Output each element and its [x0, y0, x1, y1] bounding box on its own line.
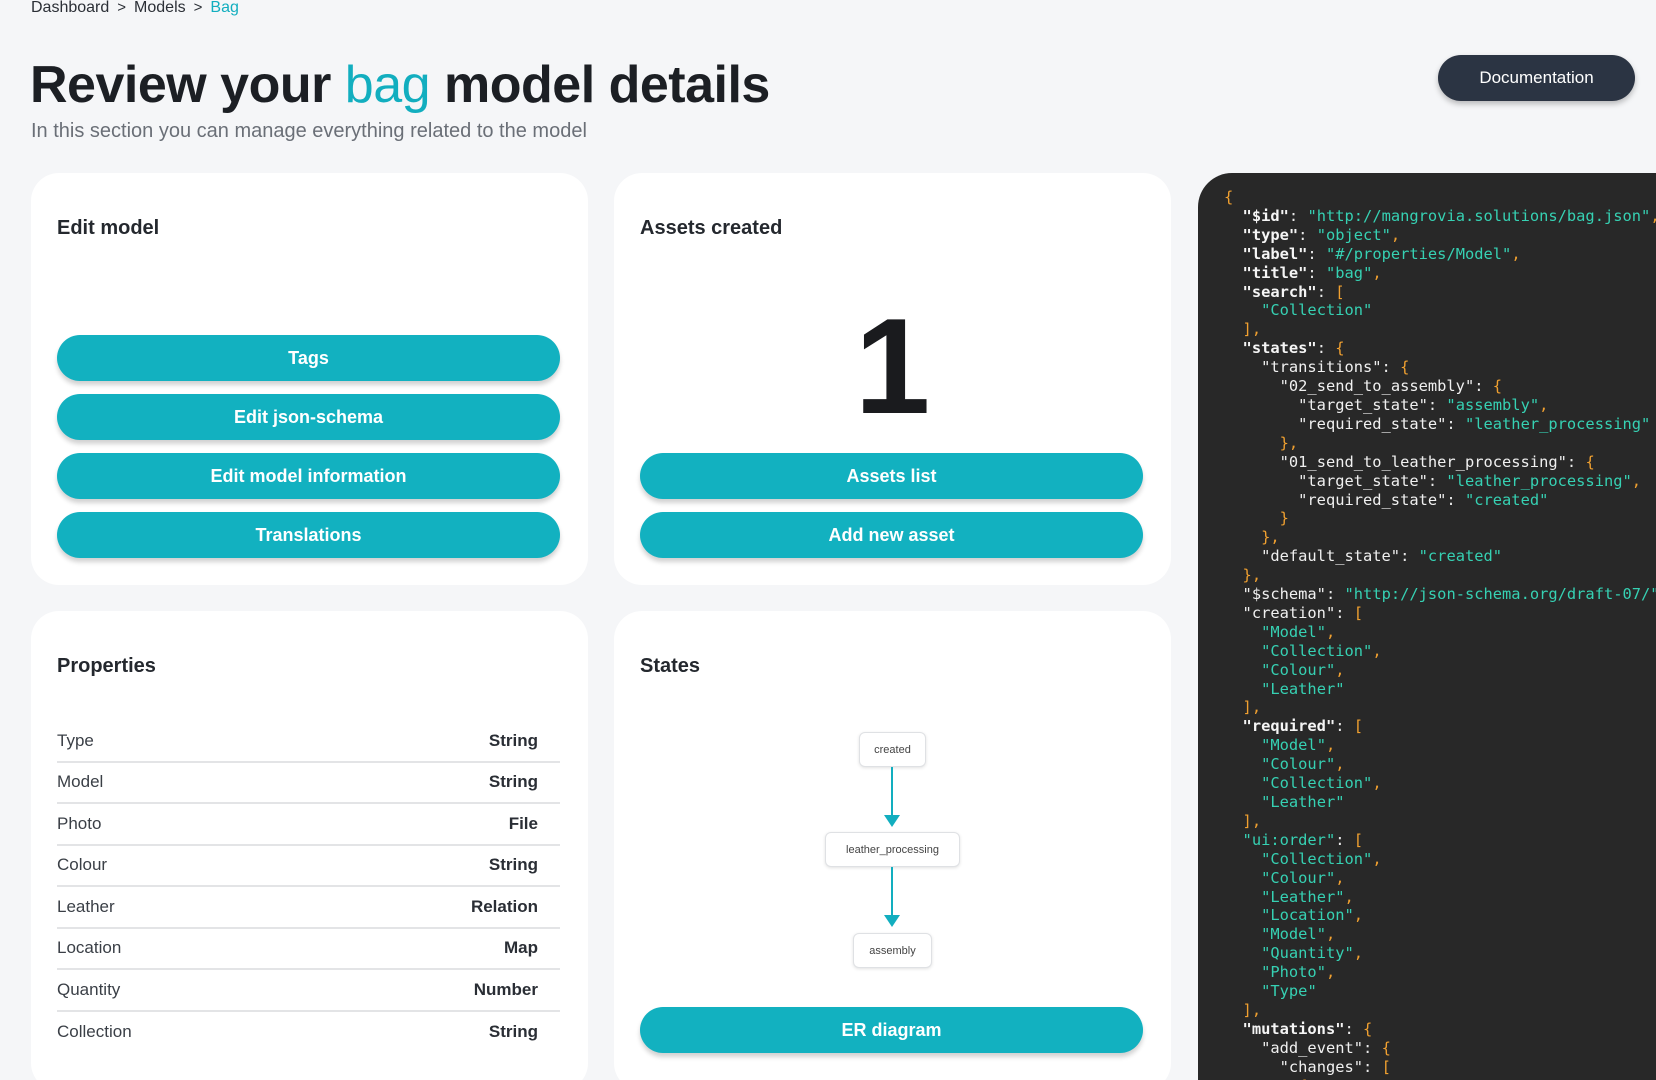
properties-card: Properties Type String Model String Photo F… [31, 611, 588, 1080]
edit-model-title: Edit model [57, 217, 160, 239]
property-type: Relation [470, 896, 538, 916]
property-name: Type [57, 730, 94, 750]
state-node-assembly[interactable]: assembly [853, 933, 932, 968]
property-type: File [508, 813, 538, 833]
property-type: String [488, 730, 538, 750]
property-name: Location [57, 938, 122, 958]
edit-model-information-button[interactable]: Edit model information [57, 453, 560, 499]
property-name: Leather [57, 896, 115, 916]
page-title-prefix: Review your [30, 56, 331, 114]
properties-title: Properties [57, 655, 156, 677]
page-title-suffix: model details [444, 56, 770, 114]
tags-button[interactable]: Tags [57, 335, 560, 381]
translations-button[interactable]: Translations [57, 512, 560, 558]
property-row: Model String [57, 763, 560, 804]
property-name: Model [57, 772, 104, 792]
state-node-created[interactable]: created [859, 732, 926, 767]
arrow-down-icon [884, 815, 900, 827]
property-type: String [488, 772, 538, 792]
property-type: String [488, 855, 538, 875]
documentation-button[interactable]: Documentation [1438, 55, 1635, 101]
state-node-leather-processing[interactable]: leather_processing [825, 832, 960, 867]
assets-list-button[interactable]: Assets list [640, 453, 1143, 499]
property-type: Map [504, 938, 538, 958]
property-row: Colour String [57, 846, 560, 887]
page-title-model: bag [344, 56, 431, 114]
er-diagram-button[interactable]: ER diagram [640, 1007, 1143, 1053]
states-card: States created leather_processing assemb… [614, 611, 1171, 1080]
arrow-down-icon [884, 915, 900, 927]
breadcrumb: Dashboard > Models > Bag [31, 0, 239, 16]
property-type: Number [473, 979, 538, 999]
breadcrumb-dashboard[interactable]: Dashboard [31, 0, 109, 16]
property-row: Location Map [57, 929, 560, 970]
property-name: Photo [57, 813, 102, 833]
page-subtitle: In this section you can manage everythin… [31, 120, 587, 142]
property-row: Quantity Number [57, 970, 560, 1012]
property-row: Collection String [57, 1012, 560, 1054]
assets-count: 1 [854, 290, 931, 442]
breadcrumb-models[interactable]: Models [134, 0, 186, 16]
chevron-right-icon: > [117, 0, 127, 16]
property-name: Collection [57, 1022, 132, 1042]
property-name: Colour [57, 855, 108, 875]
property-row: Leather Relation [57, 887, 560, 929]
assets-card: Assets created 1 Assets list Add new ass… [614, 173, 1171, 585]
property-name: Quantity [57, 979, 121, 999]
properties-table: Type String Model String Photo File Colour S… [57, 721, 560, 1053]
state-connector [891, 867, 893, 917]
assets-title: Assets created [640, 217, 783, 239]
breadcrumb-current: Bag [210, 0, 239, 16]
json-schema-code: { "$id": "http://mangrovia.solutions/bag… [1224, 188, 1656, 1080]
json-schema-viewer[interactable]: { "$id": "http://mangrovia.solutions/bag… [1198, 173, 1656, 1080]
property-row: Photo File [57, 804, 560, 846]
add-new-asset-button[interactable]: Add new asset [640, 512, 1143, 558]
edit-model-card: Edit model Tags Edit json-schema Edit mo… [31, 173, 588, 585]
property-type: String [488, 1022, 538, 1042]
property-row: Type String [57, 721, 560, 763]
edit-json-schema-button[interactable]: Edit json-schema [57, 394, 560, 440]
states-title: States [640, 655, 701, 677]
chevron-right-icon: > [193, 0, 203, 16]
page-title: Review your bag model details [30, 55, 770, 115]
state-connector [891, 767, 893, 817]
